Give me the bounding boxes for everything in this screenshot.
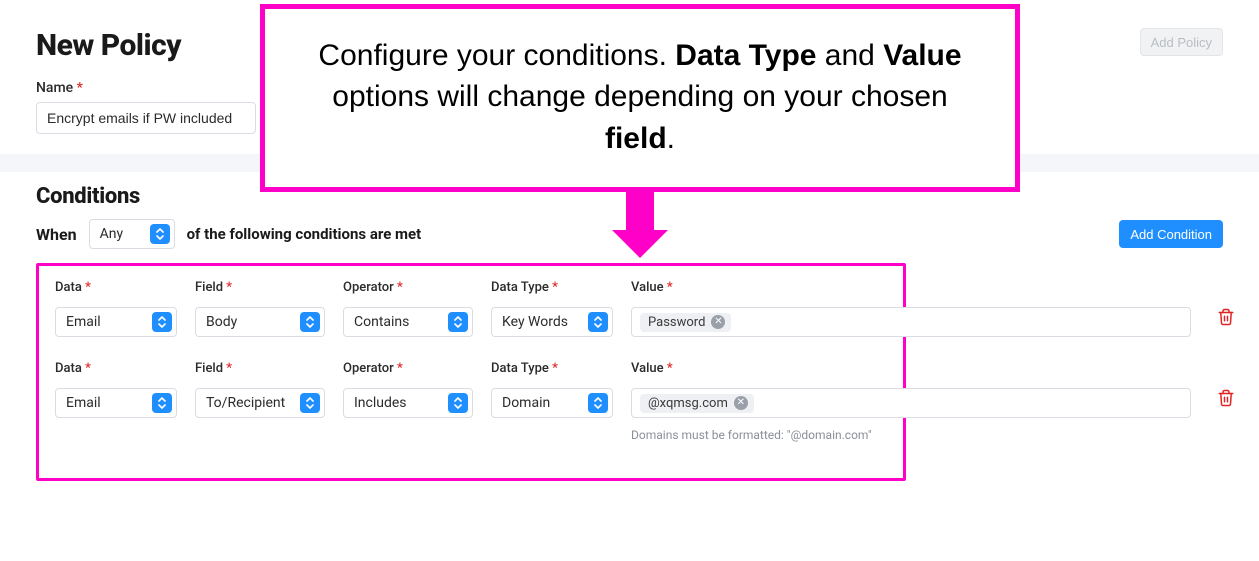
- data-type-label: Data Type: [491, 361, 613, 376]
- value-tag: @xqmsg.com ✕: [640, 394, 754, 413]
- chevron-updown-icon: [150, 224, 170, 244]
- operator-label: Operator: [343, 280, 473, 295]
- name-label: Name: [36, 80, 83, 96]
- conditions-heading: Conditions: [36, 184, 1223, 209]
- chevron-updown-icon: [448, 393, 468, 413]
- when-select[interactable]: Any: [89, 219, 175, 249]
- conditions-highlight-box: Data Email Field Body: [36, 263, 906, 481]
- condition-row: Data Email Field To/Recipient: [55, 361, 887, 442]
- data-label: Data: [55, 361, 177, 376]
- add-condition-button[interactable]: Add Condition: [1119, 220, 1223, 248]
- condition-row: Data Email Field Body: [55, 280, 887, 337]
- chevron-updown-icon: [588, 393, 608, 413]
- operator-label: Operator: [343, 361, 473, 376]
- remove-tag-icon[interactable]: ✕: [734, 396, 748, 410]
- value-input[interactable]: Password ✕: [631, 307, 1191, 337]
- value-tag: Password ✕: [640, 313, 731, 332]
- data-select[interactable]: Email: [55, 307, 177, 337]
- when-suffix: of the following conditions are met: [187, 225, 422, 243]
- data-type-label: Data Type: [491, 280, 613, 295]
- remove-tag-icon[interactable]: ✕: [711, 315, 725, 329]
- chevron-updown-icon: [152, 393, 172, 413]
- operator-select[interactable]: Includes: [343, 388, 473, 418]
- field-label: Field: [195, 280, 325, 295]
- field-label: Field: [195, 361, 325, 376]
- value-input[interactable]: @xqmsg.com ✕: [631, 388, 1191, 418]
- chevron-updown-icon: [448, 312, 468, 332]
- chevron-updown-icon: [588, 312, 608, 332]
- when-label: When: [36, 225, 77, 244]
- data-type-select[interactable]: Domain: [491, 388, 613, 418]
- data-type-select[interactable]: Key Words: [491, 307, 613, 337]
- operator-select[interactable]: Contains: [343, 307, 473, 337]
- delete-row-button[interactable]: [1217, 389, 1235, 407]
- add-policy-button[interactable]: Add Policy: [1140, 28, 1223, 56]
- field-select[interactable]: To/Recipient: [195, 388, 325, 418]
- chevron-updown-icon: [300, 393, 320, 413]
- field-select[interactable]: Body: [195, 307, 325, 337]
- value-label: Value: [631, 361, 1235, 376]
- delete-row-button[interactable]: [1217, 308, 1235, 326]
- section-divider: [0, 154, 1259, 172]
- data-label: Data: [55, 280, 177, 295]
- page-title: New Policy: [36, 28, 181, 63]
- value-label: Value: [631, 280, 1235, 295]
- chevron-updown-icon: [152, 312, 172, 332]
- name-input[interactable]: [36, 102, 256, 134]
- data-select[interactable]: Email: [55, 388, 177, 418]
- value-helper-text: Domains must be formatted: "@domain.com": [631, 428, 1235, 442]
- chevron-updown-icon: [300, 312, 320, 332]
